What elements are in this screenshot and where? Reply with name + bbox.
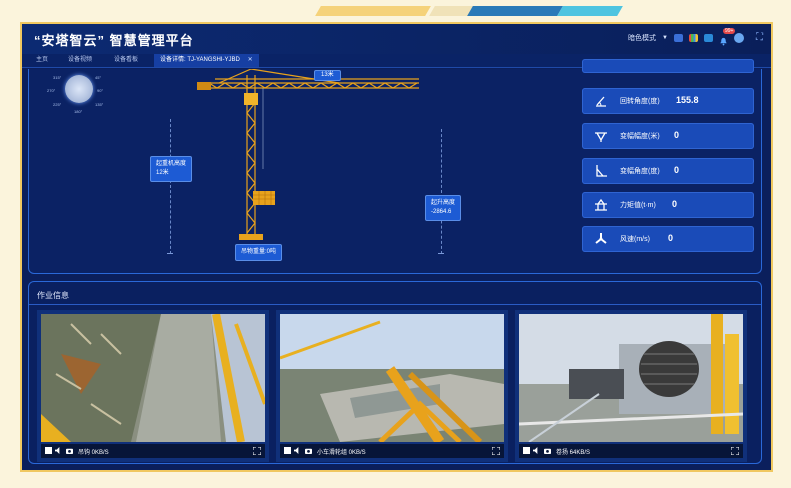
tab-device-detail[interactable]: 设备详情: TJ-YANGSHI-YJBD ✕ <box>154 54 259 67</box>
sensor-value: 0 <box>672 199 678 209</box>
page-title: “安塔智云” 智慧管理平台 <box>34 33 194 48</box>
divider <box>29 304 761 305</box>
sensor-card-partial <box>582 59 754 73</box>
tab-home[interactable]: 主页 <box>36 54 48 67</box>
tab-device-video[interactable]: 设备视频 <box>68 54 92 67</box>
bell-icon[interactable]: 99+ <box>719 28 736 46</box>
app-window: “安塔智云” 智慧管理平台 暗色模式 ▼ 99+ ⛶ 主页 设备视频 设备看板 … <box>20 22 773 472</box>
sensor-label: 回转角度(度) <box>620 98 660 105</box>
theme-mode-toggle[interactable]: 暗色模式 <box>628 33 656 43</box>
fullscreen-icon[interactable] <box>731 447 739 455</box>
sensor-value: 0 <box>674 130 680 140</box>
camera-feed-winch: 卷扬 64KB/S <box>515 310 747 462</box>
sensor-value: 0 <box>668 233 674 243</box>
tab-device-detail-label: 设备详情: TJ-YANGSHI-YJBD <box>160 57 240 63</box>
compass-label: 180° <box>74 109 83 114</box>
crane-height-title: 起重机高度 <box>156 161 187 167</box>
compass-label: 90° <box>97 88 104 93</box>
avatar[interactable] <box>734 32 744 43</box>
crane-height-label: 起重机高度 12米 <box>150 156 193 182</box>
volume-icon[interactable] <box>294 447 301 454</box>
hook-camera-image <box>41 314 265 442</box>
stop-icon[interactable] <box>523 447 530 454</box>
header-actions: 暗色模式 ▼ 99+ ⛶ <box>628 28 763 46</box>
camera-feed-hook: 吊钩 0KB/S <box>37 310 269 462</box>
app-header: “安塔智云” 智慧管理平台 暗色模式 ▼ 99+ ⛶ <box>22 24 771 54</box>
compass-label: 270° <box>47 88 56 93</box>
sensor-card-amplitude: 变幅幅度(米) 0 <box>582 123 754 149</box>
sensor-card-wind: 风速(m/s) 0 <box>582 226 754 252</box>
job-info-panel: 作业信息 吊钩 0KB/S 小车滑轮组 0KB/S 卷扬 64KB/S <box>28 281 762 464</box>
close-icon[interactable]: ✕ <box>248 57 253 63</box>
compass: 315° 45° 270° 90° 225° 135° 180° <box>47 69 107 119</box>
load-weight-label: 吊物重量:0吨 <box>235 244 283 261</box>
chevron-down-icon[interactable]: ▼ <box>662 35 668 41</box>
moment-icon <box>595 198 607 211</box>
trolley-camera-image <box>280 314 504 442</box>
compass-label: 315° <box>53 75 62 80</box>
apps-icon[interactable] <box>689 33 698 42</box>
camera-toolbar: 卷扬 64KB/S <box>519 444 743 458</box>
camera-view[interactable] <box>519 314 743 442</box>
jib-length-label: 13米 <box>314 70 341 81</box>
sensor-label: 力矩值(t·m) <box>620 202 656 209</box>
camera-name: 小车滑轮组 0KB/S <box>317 450 366 456</box>
volume-icon[interactable] <box>55 447 62 454</box>
sensor-card-rotation: 回转角度(度) 155.8 <box>582 88 754 114</box>
sensor-card-moment: 力矩值(t·m) 0 <box>582 192 754 218</box>
video-icon[interactable] <box>704 33 713 42</box>
hoist-height-tick <box>438 253 444 254</box>
stop-icon[interactable] <box>284 447 291 454</box>
compass-label: 225° <box>53 102 62 107</box>
volume-icon[interactable] <box>533 447 540 454</box>
tab-device-board[interactable]: 设备看板 <box>114 54 138 67</box>
camera-view[interactable] <box>280 314 504 442</box>
compass-label: 135° <box>95 102 104 107</box>
sensor-label: 变幅角度(度) <box>620 168 660 175</box>
tower-crane-illustration <box>197 69 419 240</box>
decor-bar-yellow <box>315 6 431 16</box>
camera-view[interactable] <box>41 314 265 442</box>
crane-height-tick <box>167 253 173 254</box>
compass-dial <box>65 75 93 103</box>
job-info-title: 作业信息 <box>37 291 69 300</box>
crane-height-value: 12米 <box>156 170 169 176</box>
hoist-height-value: -2864.6 <box>431 209 452 215</box>
crane-height-dimension-line <box>170 119 171 254</box>
decor-bar-cyan <box>557 6 623 16</box>
camera-feed-trolley: 小车滑轮组 0KB/S <box>276 310 508 462</box>
compass-label: 45° <box>95 75 102 80</box>
winch-camera-image <box>519 314 743 442</box>
sensor-label: 变幅幅度(米) <box>620 133 660 140</box>
sensor-label: 风速(m/s) <box>620 236 650 243</box>
camera-icon[interactable] <box>305 447 312 454</box>
monitor-icon[interactable] <box>674 33 683 42</box>
camera-name: 卷扬 64KB/S <box>556 450 591 456</box>
hoist-height-title: 起升高度 <box>431 200 456 206</box>
hoist-height-dimension-line <box>441 129 442 254</box>
stop-icon[interactable] <box>45 447 52 454</box>
camera-toolbar: 小车滑轮组 0KB/S <box>280 444 504 458</box>
sensor-card-luffing-angle: 变幅角度(度) 0 <box>582 158 754 184</box>
luffing-angle-icon <box>596 165 607 177</box>
notification-badge: 99+ <box>723 28 736 34</box>
rotation-angle-icon <box>596 96 606 107</box>
camera-name: 吊钩 0KB/S <box>78 450 109 456</box>
fullscreen-icon[interactable] <box>253 447 261 455</box>
wind-speed-icon <box>595 233 607 244</box>
camera-icon[interactable] <box>544 447 551 454</box>
decor-bar-blue <box>467 6 563 16</box>
camera-toolbar: 吊钩 0KB/S <box>41 444 265 458</box>
fullscreen-icon[interactable] <box>492 447 500 455</box>
camera-icon[interactable] <box>66 447 73 454</box>
sensor-value: 155.8 <box>676 95 699 105</box>
hoist-height-label: 起升高度 -2864.6 <box>425 195 462 221</box>
sensor-value: 0 <box>674 165 680 175</box>
luffing-amplitude-icon <box>595 132 607 142</box>
crane-monitor-panel: 315° 45° 270° 90° 225° 135° 180° 13米 起重机… <box>28 59 762 274</box>
fullscreen-icon[interactable]: ⛶ <box>756 32 763 43</box>
